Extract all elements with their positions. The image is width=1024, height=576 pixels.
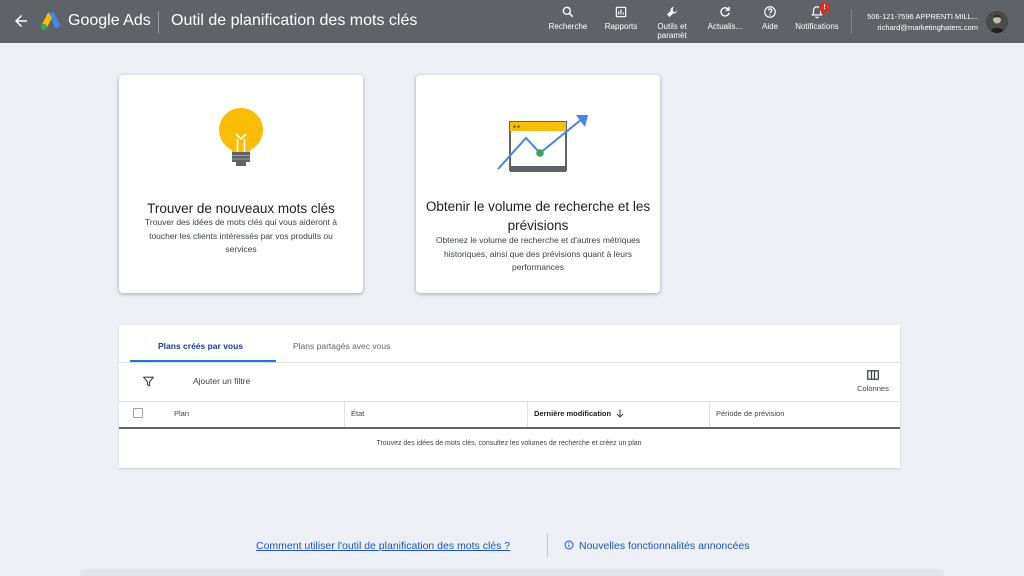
tabs-divider [119,362,900,363]
forecast-card-description: Obtenez le volume de recherche et d'autr… [435,235,641,272]
columns-button[interactable]: Colonnes [853,370,893,393]
columns-icon [867,370,879,380]
filter-icon[interactable] [142,375,155,388]
select-all-checkbox[interactable] [133,408,143,418]
tools-tool-label: Outils et paramèt [657,22,687,40]
notifications-tool-label: Notifications [795,22,839,31]
help-tool-label: Aide [761,22,778,31]
back-arrow-icon[interactable] [12,12,30,30]
google-ads-logo [40,12,61,31]
brand-name: Google Ads [68,12,151,29]
top-bar: Google Ads Outil de planification des mo… [0,0,1024,43]
bottom-edge [80,569,944,576]
refresh-tool[interactable]: Actualis... [704,5,746,31]
tools-settings-tool[interactable]: Outils et paramèt [652,5,692,43]
header-state[interactable]: État [351,409,364,418]
tab-my-plans[interactable]: Plans créés par vous [158,341,243,351]
account-divider [851,10,852,34]
info-icon [564,540,574,550]
reports-icon [615,6,627,18]
tab-shared-plans[interactable]: Plans partagés avec vous [293,341,390,351]
page-title: Outil de planification des mots clés [171,12,418,29]
search-tool[interactable]: Recherche [546,5,590,31]
account-switcher[interactable]: 506-121-7596 APPRENTI MILL... richard@ma… [858,11,978,33]
column-divider [709,401,710,427]
lightbulb-icon [219,108,263,166]
header-plan[interactable]: Plan [174,409,189,418]
filter-divider [119,401,900,402]
notification-badge: ! [819,2,830,13]
column-divider [344,401,345,427]
sort-down-arrow-icon[interactable] [616,409,624,418]
help-icon [764,6,776,18]
how-to-use-link[interactable]: Comment utiliser l'outil de planificatio… [256,540,510,552]
column-divider [527,401,528,427]
search-icon [562,6,574,18]
header-last-modified[interactable]: Dernière modification [534,409,611,418]
account-email: richard@marketinghaters.com [877,23,978,32]
add-filter-button[interactable]: Ajouter un filtre [193,376,250,386]
new-features-link[interactable]: Nouvelles fonctionnalités annoncées [579,540,749,552]
empty-state-message: Trouvez des idées de mots clés, consulte… [376,440,642,447]
forecast-card[interactable]: Obtenir le volume de recherche et les pr… [416,75,660,293]
trend-chart-icon [497,115,588,172]
discover-keywords-card[interactable]: Trouver de nouveaux mots clés Trouver de… [119,75,363,293]
reports-tool-label: Rapports [604,22,638,31]
account-id: 506-121-7596 APPRENTI MILL... [867,12,978,21]
tools-icon [667,7,677,17]
header-divider [158,11,159,33]
plans-panel: Plans créés par vous Plans partagés avec… [119,325,900,468]
user-photo-icon [986,11,1008,33]
notifications-tool[interactable]: ! Notifications [792,2,842,31]
search-tool-label: Recherche [548,22,588,31]
reports-tool[interactable]: Rapports [600,5,642,31]
avatar[interactable] [986,11,1008,33]
forecast-card-title: Obtenir le volume de recherche et les pr… [425,199,651,233]
discover-card-description: Trouver des idées de mots clés qui vous … [145,217,337,254]
help-tool[interactable]: Aide [756,5,784,31]
columns-label: Colonnes [857,384,889,393]
footer-divider [547,533,548,557]
header-forecast-period[interactable]: Période de prévision [716,409,784,418]
refresh-tool-label: Actualis... [707,22,743,31]
refresh-icon [720,6,730,17]
header-divider [119,427,900,429]
